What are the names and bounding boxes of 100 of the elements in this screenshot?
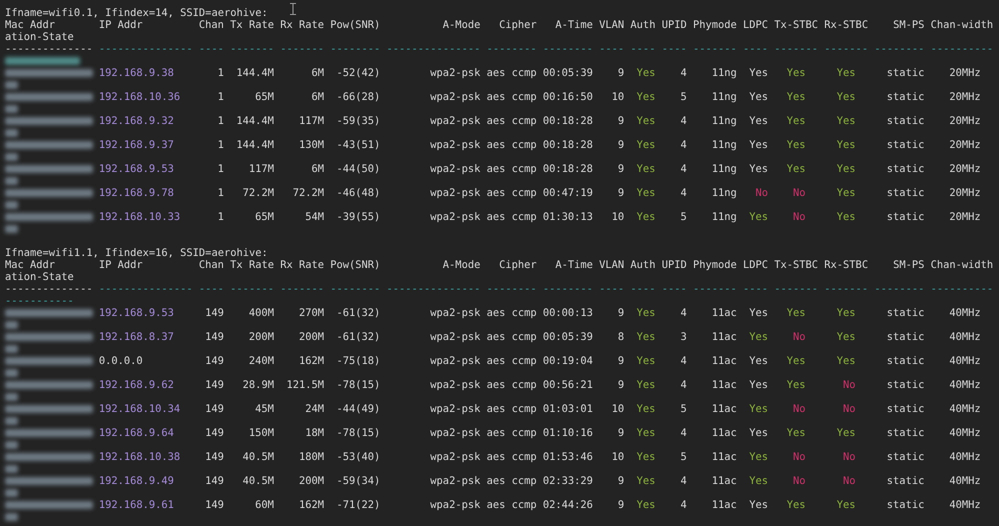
table-cell: 5 bbox=[680, 91, 687, 103]
table-cell: 4 bbox=[680, 115, 687, 127]
table-cell: wpa2-psk bbox=[430, 187, 480, 199]
separator-dashes: ------- bbox=[692, 43, 737, 55]
table-cell: No bbox=[755, 187, 768, 199]
table-cell: 20MHz bbox=[949, 67, 981, 79]
column-header: UPID bbox=[662, 19, 687, 31]
table-cell: aes ccmp bbox=[486, 187, 537, 199]
table-cell: Yes bbox=[749, 475, 768, 487]
table-cell: Yes bbox=[836, 331, 856, 343]
table-cell: -78(15) bbox=[336, 379, 380, 391]
table-cell: Yes bbox=[836, 67, 856, 79]
table-cell: 149 bbox=[205, 475, 224, 487]
table-cell: 20MHz bbox=[949, 115, 981, 127]
column-header: Pow(SNR) bbox=[330, 19, 380, 31]
table-cell: 9 bbox=[618, 499, 624, 511]
table-cell: 162M bbox=[298, 499, 324, 511]
ip-address: 192.168.9.62 bbox=[98, 379, 174, 391]
table-cell: 144.4M bbox=[236, 67, 274, 79]
table-cell: static bbox=[886, 475, 924, 487]
table-cell: static bbox=[886, 187, 924, 199]
separator-dashes: ------- bbox=[280, 283, 324, 295]
table-cell: 5 bbox=[680, 211, 687, 223]
table-cell: -61(32) bbox=[336, 307, 380, 319]
table-cell: aes ccmp bbox=[486, 211, 537, 223]
table-cell: 9 bbox=[618, 115, 624, 127]
table-cell: wpa2-psk bbox=[430, 163, 480, 175]
table-cell: aes ccmp bbox=[486, 427, 537, 439]
table-cell: Yes bbox=[749, 67, 768, 79]
table-cell: Yes bbox=[749, 307, 768, 319]
ip-address: 0.0.0.0 bbox=[98, 355, 143, 367]
table-cell: Yes bbox=[749, 211, 768, 223]
table-cell: static bbox=[886, 163, 924, 175]
table-cell: aes ccmp bbox=[486, 163, 537, 175]
table-cell: 10 bbox=[612, 211, 624, 223]
column-header: Phymode bbox=[692, 259, 737, 271]
table-cell: -44(50) bbox=[336, 163, 380, 175]
separator-dashes: --------------- bbox=[386, 283, 480, 295]
column-header: A-Time bbox=[555, 19, 593, 31]
column-header: ation-State bbox=[5, 31, 74, 43]
table-cell: wpa2-psk bbox=[430, 451, 480, 463]
blurred-text bbox=[5, 489, 18, 497]
separator-dashes: -------- bbox=[542, 283, 593, 295]
ip-address: 192.168.9.61 bbox=[98, 499, 174, 511]
column-header: A-Time bbox=[555, 259, 593, 271]
table-cell: Yes bbox=[786, 307, 806, 319]
table-cell: 02:44:26 bbox=[542, 499, 593, 511]
table-cell: -46(48) bbox=[336, 187, 380, 199]
table-cell: 60M bbox=[255, 499, 274, 511]
table-cell: 9 bbox=[618, 475, 624, 487]
table-cell: static bbox=[886, 139, 924, 151]
separator-dashes: -------- bbox=[486, 283, 537, 295]
table-cell: 9 bbox=[618, 379, 624, 391]
table-cell: 40MHz bbox=[949, 427, 981, 439]
table-cell: 121.5M bbox=[286, 379, 324, 391]
table-cell: aes ccmp bbox=[486, 403, 537, 415]
column-header: Tx Rate bbox=[230, 259, 274, 271]
column-header: VLAN bbox=[599, 19, 624, 31]
table-cell: Yes bbox=[749, 379, 768, 391]
table-cell: static bbox=[886, 427, 924, 439]
column-header: Auth bbox=[630, 259, 656, 271]
table-cell: 72.2M bbox=[242, 187, 274, 199]
table-cell: wpa2-psk bbox=[430, 211, 480, 223]
table-cell: 11ng bbox=[712, 187, 737, 199]
table-cell: Yes bbox=[836, 211, 856, 223]
table-cell: -71(22) bbox=[336, 499, 380, 511]
table-cell: 4 bbox=[680, 355, 687, 367]
table-cell: Yes bbox=[836, 91, 856, 103]
table-cell: Yes bbox=[786, 67, 806, 79]
table-cell: 149 bbox=[205, 427, 224, 439]
column-header: Mac Addr bbox=[5, 19, 56, 31]
table-cell: Yes bbox=[749, 139, 768, 151]
table-cell: Yes bbox=[636, 211, 656, 223]
column-header: Auth bbox=[630, 19, 656, 31]
separator-dashes: --------------- bbox=[98, 43, 193, 55]
table-cell: 11ac bbox=[712, 355, 737, 367]
table-cell: static bbox=[886, 211, 924, 223]
table-cell: static bbox=[886, 451, 924, 463]
table-cell: 11ac bbox=[712, 499, 737, 511]
table-cell: 01:10:16 bbox=[542, 427, 593, 439]
table-cell: 200M bbox=[248, 331, 274, 343]
table-cell: 1 bbox=[218, 91, 224, 103]
table-cell: 00:05:39 bbox=[542, 331, 593, 343]
table-cell: 9 bbox=[618, 187, 624, 199]
table-cell: 8 bbox=[618, 331, 624, 343]
table-cell: 9 bbox=[618, 427, 624, 439]
separator-dashes: --------------- bbox=[98, 283, 193, 295]
table-cell: 02:33:29 bbox=[542, 475, 593, 487]
table-cell: -59(35) bbox=[336, 115, 380, 127]
table-cell: 00:18:28 bbox=[542, 115, 593, 127]
table-cell: aes ccmp bbox=[486, 91, 537, 103]
table-cell: 9 bbox=[618, 307, 624, 319]
table-cell: 10 bbox=[612, 91, 624, 103]
table-cell: static bbox=[886, 307, 924, 319]
table-cell: Yes bbox=[836, 307, 856, 319]
table-cell: 40.5M bbox=[242, 475, 274, 487]
blurred-text bbox=[5, 81, 18, 89]
separator-dashes: ---- bbox=[630, 283, 656, 295]
table-cell: 00:47:19 bbox=[542, 187, 593, 199]
blurred-text bbox=[5, 513, 18, 521]
